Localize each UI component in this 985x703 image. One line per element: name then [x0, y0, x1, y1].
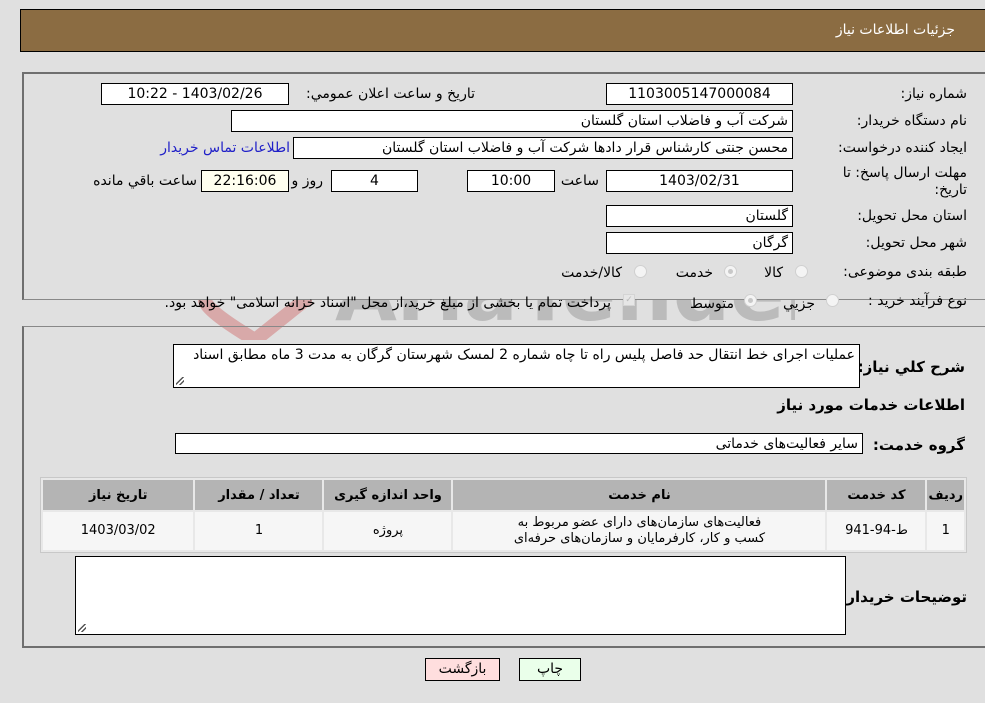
resize-grip-icon[interactable] — [78, 624, 86, 632]
table-header-row: ردیف کد خدمت نام خدمت واحد اندازه گیری ت… — [43, 480, 964, 510]
row-index: 1 — [927, 512, 964, 550]
city-label: شهر محل تحویل: — [865, 235, 967, 251]
row-unit: پروژه — [324, 512, 452, 550]
treasury-checkbox[interactable]: ✓ — [623, 294, 635, 306]
services-table: ردیف کد خدمت نام خدمت واحد اندازه گیری ت… — [40, 477, 967, 553]
row-quantity: 1 — [195, 512, 323, 550]
row-name: فعالیت‌های سازمان‌های دارای عضو مربوط به… — [453, 512, 826, 550]
need-number-label: شماره نیاز: — [900, 86, 968, 102]
page-header: جزئیات اطلاعات نیاز — [20, 9, 985, 52]
buyer-notes-textarea[interactable] — [75, 556, 846, 635]
remaining-time-field: 22:16:06 — [201, 170, 289, 192]
buyer-contact-link[interactable]: اطلاعات تماس خریدار — [160, 140, 290, 156]
col-date: تاریخ نیاز — [43, 480, 194, 510]
deadline-date-field: 1403/02/31 — [606, 170, 793, 192]
remaining-time-label: ساعت باقي مانده — [93, 173, 197, 189]
process-radio-medium[interactable] — [744, 294, 757, 307]
announce-date-label: تاریخ و ساعت اعلان عمومي: — [306, 86, 475, 102]
row-code: ط-94-941 — [827, 512, 926, 550]
category-option-service: خدمت — [675, 265, 713, 281]
need-number-field: 1103005147000084 — [606, 83, 793, 105]
print-button[interactable]: چاپ — [519, 658, 581, 681]
deadline-label-line1: مهلت ارسال پاسخ: تا — [842, 165, 967, 181]
category-radio-service[interactable] — [724, 265, 737, 278]
services-section-title: اطلاعات خدمات مورد نیاز — [777, 396, 965, 414]
col-name: نام خدمت — [453, 480, 826, 510]
deadline-time-label: ساعت — [560, 173, 599, 189]
announce-date-field: 1403/02/26 - 10:22 — [101, 83, 289, 105]
process-option-medium: متوسط — [690, 296, 734, 312]
row-date: 1403/03/02 — [43, 512, 194, 550]
city-field: گرگان — [606, 232, 793, 254]
category-option-goods: کالا — [764, 265, 783, 281]
category-label: طبقه بندی موضوعی: — [843, 264, 967, 280]
process-radio-minor[interactable] — [826, 294, 839, 307]
back-button[interactable]: بازگشت — [425, 658, 500, 681]
days-label: روز و — [291, 173, 324, 189]
buyer-notes-label: توضیحات خریدار: — [840, 588, 967, 606]
province-field: گلستان — [606, 205, 793, 227]
description-text: عملیات اجرای خط انتقال حد فاصل پلیس راه … — [193, 347, 855, 363]
creator-field: محسن جنتی کارشناس قرار دادها شرکت آب و ف… — [293, 137, 793, 159]
page-title: جزئیات اطلاعات نیاز — [835, 22, 955, 38]
col-quantity: تعداد / مقدار — [195, 480, 323, 510]
category-radio-goods[interactable] — [795, 265, 808, 278]
buyer-org-field: شرکت آب و فاضلاب استان گلستان — [231, 110, 793, 132]
col-code: کد خدمت — [827, 480, 926, 510]
description-label: شرح کلي نیاز: — [857, 358, 965, 376]
deadline-label-line2: تاریخ: — [934, 182, 967, 198]
process-option-minor: جزیي — [783, 296, 815, 312]
category-option-goods-service: کالا/خدمت — [561, 265, 622, 281]
province-label: استان محل تحویل: — [857, 208, 967, 224]
description-textarea[interactable]: عملیات اجرای خط انتقال حد فاصل پلیس راه … — [173, 344, 860, 388]
col-index: ردیف — [927, 480, 964, 510]
remaining-days-field: 4 — [331, 170, 418, 192]
treasury-note: پرداخت تمام یا بخشی از مبلغ خرید،از محل … — [164, 295, 611, 311]
process-label: نوع فرآیند خرید : — [868, 293, 967, 309]
service-group-label: گروه خدمت: — [872, 436, 965, 454]
buyer-org-label: نام دستگاه خریدار: — [856, 113, 967, 129]
table-row: 1 ط-94-941 فعالیت‌های سازمان‌های دارای ع… — [43, 512, 964, 550]
col-unit: واحد اندازه گیری — [324, 480, 452, 510]
category-radio-goods-service[interactable] — [634, 265, 647, 278]
resize-grip-icon[interactable] — [176, 377, 184, 385]
creator-label: ایجاد کننده درخواست: — [838, 140, 967, 156]
service-group-field: سایر فعالیت‌های خدماتی — [175, 433, 863, 454]
deadline-time-field: 10:00 — [467, 170, 555, 192]
